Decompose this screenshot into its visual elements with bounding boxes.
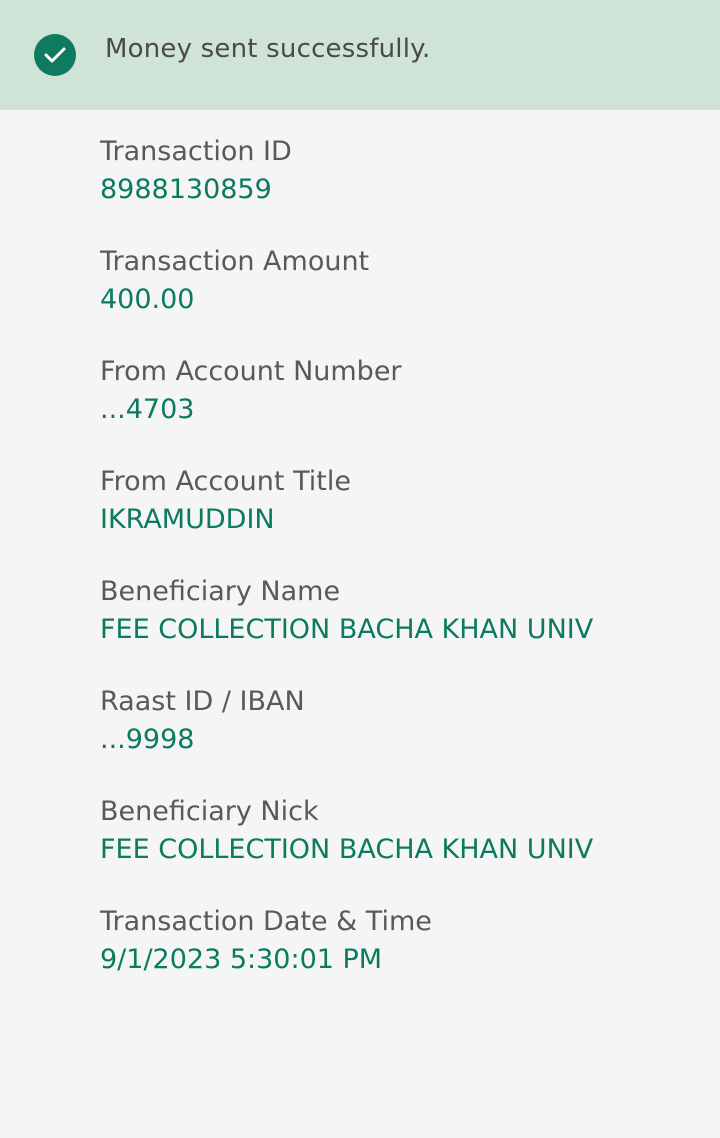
field-value: 400.00 [100, 284, 195, 315]
from-account-title-field: From Account Title IKRAMUDDIN [100, 463, 700, 573]
field-value: 8988130859 [100, 174, 272, 205]
transaction-details: Transaction ID 8988130859 Transaction Am… [100, 133, 700, 1013]
field-value: FEE COLLECTION BACHA KHAN UNIV [100, 834, 594, 865]
success-banner: Money sent successfully. [0, 0, 720, 110]
field-value: ...9998 [100, 724, 195, 755]
beneficiary-nick-field: Beneficiary Nick FEE COLLECTION BACHA KH… [100, 793, 700, 903]
from-account-number-field: From Account Number ...4703 [100, 353, 700, 463]
field-value: ...4703 [100, 394, 195, 425]
raast-id-iban-field: Raast ID / IBAN ...9998 [100, 683, 700, 793]
field-label: Transaction ID [100, 136, 292, 167]
field-label: From Account Title [100, 466, 351, 497]
field-value: IKRAMUDDIN [100, 504, 275, 535]
field-value: 9/1/2023 5:30:01 PM [100, 944, 383, 975]
check-circle-icon [34, 34, 76, 76]
transaction-id-field: Transaction ID 8988130859 [100, 133, 700, 243]
transaction-amount-field: Transaction Amount 400.00 [100, 243, 700, 353]
field-label: Beneficiary Name [100, 576, 341, 607]
field-label: Transaction Amount [100, 246, 370, 277]
field-label: Raast ID / IBAN [100, 686, 305, 717]
field-value: FEE COLLECTION BACHA KHAN UNIV [100, 614, 594, 645]
success-message: Money sent successfully. [105, 34, 431, 64]
transaction-date-time-field: Transaction Date & Time 9/1/2023 5:30:01… [100, 903, 700, 1013]
field-label: Transaction Date & Time [100, 906, 432, 937]
field-label: From Account Number [100, 356, 402, 387]
beneficiary-name-field: Beneficiary Name FEE COLLECTION BACHA KH… [100, 573, 700, 683]
field-label: Beneficiary Nick [100, 796, 319, 827]
